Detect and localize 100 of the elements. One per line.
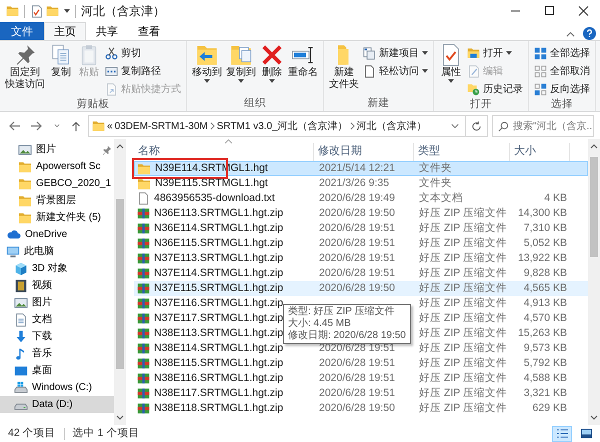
file-type: 文本文档: [418, 192, 464, 205]
ribbon-button[interactable]: 新建项目: [361, 44, 430, 62]
nav-item[interactable]: Data (D:): [0, 396, 114, 413]
nav-item[interactable]: 桌面: [0, 362, 114, 379]
collapse-chevron-icon[interactable]: [566, 30, 575, 36]
scroll-thumb[interactable]: [590, 157, 598, 257]
nav-item[interactable]: 3D 对象: [0, 260, 114, 277]
nav-item[interactable]: 视频: [0, 277, 114, 294]
breadcrumb[interactable]: SRTM1 v3.0_河北（含京津）: [216, 118, 348, 134]
caret-icon: [506, 51, 512, 55]
scroll-up-icon[interactable]: [590, 143, 598, 149]
archive-icon: [137, 342, 150, 355]
nav-item[interactable]: 音乐: [0, 345, 114, 362]
scroll-up-icon[interactable]: [116, 143, 124, 149]
scrollbar[interactable]: [588, 139, 600, 425]
file-type: 好压 ZIP 压缩文件: [418, 252, 508, 265]
ribbon-button[interactable]: 历史记录: [465, 80, 525, 98]
breadcrumb[interactable]: 河北（含京津）: [356, 118, 427, 134]
scroll-down-icon[interactable]: [590, 415, 598, 421]
scroll-thumb[interactable]: [116, 199, 124, 369]
folder-icon: [467, 47, 480, 59]
ribbon-button[interactable]: 剪切: [103, 44, 183, 62]
scroll-down-icon[interactable]: [116, 415, 124, 421]
ribbon-button[interactable]: 全部选择: [532, 44, 592, 62]
maximize-icon: [544, 6, 554, 16]
ribbon-button[interactable]: 固定到 快速访问: [3, 43, 47, 91]
archive-icon: [137, 357, 150, 370]
file-row[interactable]: N37E115.SRTMGL1.hgt.zip 2020/6/28 19:50 好压 ZIP 压缩文件 4,565 KB: [134, 281, 588, 296]
file-type: 好压 ZIP 压缩文件: [418, 282, 508, 295]
nav-item[interactable]: 图片: [0, 141, 114, 158]
breadcrumb[interactable]: 03DEM-SRTM1-30M: [114, 118, 208, 134]
search-icon: [498, 120, 509, 132]
nav-item[interactable]: GEBCO_2020_1: [0, 175, 114, 192]
file-name: N36E114.SRTMGL1.hgt.zip: [154, 222, 284, 235]
edit-icon: [467, 64, 480, 78]
file-size: 4,570 KB: [522, 312, 568, 325]
ribbon-button[interactable]: 删除: [258, 43, 286, 83]
archive-icon: [137, 207, 150, 220]
file-size: 629 KB: [532, 402, 568, 415]
refresh-icon[interactable]: [471, 120, 482, 132]
ribbon-button[interactable]: 属性: [437, 43, 465, 83]
file-size: 15,263 KB: [516, 327, 568, 340]
file-name: N38E114.SRTMGL1.hgt.zip: [154, 342, 284, 355]
file-name: N36E115.SRTMGL1.hgt.zip: [154, 237, 284, 250]
file-size: 4,913 KB: [522, 297, 568, 310]
ribbon-button[interactable]: 重命名: [286, 43, 320, 79]
modified-date: 2020/6/28 19:51: [318, 237, 396, 250]
caret-icon[interactable]: [64, 9, 70, 13]
chevron-down-icon[interactable]: [451, 123, 459, 129]
scrollbar[interactable]: [114, 139, 126, 425]
nav-item[interactable]: 文档: [0, 311, 114, 328]
ribbon-tab[interactable]: 共享: [86, 22, 128, 40]
ribbon-button[interactable]: 移动到: [190, 43, 224, 83]
file-type: 好压 ZIP 压缩文件: [418, 267, 508, 280]
nav-item[interactable]: 下载: [0, 328, 114, 345]
nav-item[interactable]: Apowersoft Sc: [0, 158, 114, 175]
nav-item[interactable]: 此电脑: [0, 243, 114, 260]
folder-pages-icon: [229, 43, 253, 67]
file-type: 好压 ZIP 压缩文件: [418, 297, 508, 310]
file-size: 5,792 KB: [522, 357, 568, 370]
archive-icon: [137, 222, 150, 235]
archive-icon: [137, 297, 150, 310]
properties-icon[interactable]: [30, 4, 43, 18]
ribbon-tab[interactable]: 查看: [128, 22, 170, 40]
archive-icon: [137, 387, 150, 400]
file-type: 好压 ZIP 压缩文件: [418, 327, 508, 340]
file-name: N37E115.SRTMGL1.hgt.zip: [154, 282, 284, 295]
ribbon-button[interactable]: 轻松访问: [361, 62, 430, 80]
nav-item[interactable]: 图片: [0, 294, 114, 311]
file-type: 好压 ZIP 压缩文件: [418, 222, 508, 235]
caret-icon: [204, 79, 210, 83]
ribbon-button[interactable]: 新建 文件夹: [327, 43, 361, 91]
address-bar[interactable]: « 03DEM-SRTM1-30M SRTM1 v3.0_河北（含京津） 河北（含京津）: [88, 115, 488, 137]
nav-item[interactable]: 新建文件夹 (5): [0, 209, 114, 226]
nav-item[interactable]: 背景图层: [0, 192, 114, 209]
file-size: 3,321 KB: [522, 387, 568, 400]
computer-icon: [6, 244, 20, 258]
modified-date: 2020/6/28 19:51: [318, 267, 396, 280]
ribbon-button[interactable]: 复制: [47, 43, 75, 79]
nav-item[interactable]: Windows (C:): [0, 379, 114, 396]
ribbon-tab[interactable]: 主页: [44, 22, 86, 40]
file-name: N39E115.SRTMGL1.hgt: [155, 177, 268, 190]
document-icon: [137, 192, 150, 205]
archive-icon: [137, 267, 150, 280]
folder-icon: [18, 160, 32, 172]
ribbon-button[interactable]: 反向选择: [532, 80, 592, 98]
nav-item[interactable]: OneDrive: [0, 226, 114, 243]
ribbon-button[interactable]: 复制路径: [103, 62, 183, 80]
ribbon-tab[interactable]: 文件: [0, 22, 44, 40]
file-type: 好压 ZIP 压缩文件: [418, 372, 508, 385]
ribbon-button[interactable]: 全部取消: [532, 62, 592, 80]
modified-date: 2020/6/28 19:51: [318, 252, 396, 265]
cloud-icon: [6, 228, 21, 242]
view-button[interactable]: [552, 426, 572, 442]
help-icon[interactable]: [583, 27, 596, 40]
ribbon-button[interactable]: 复制到: [224, 43, 258, 83]
file-name: N38E115.SRTMGL1.hgt.zip: [154, 357, 284, 370]
breadcrumb-overflow[interactable]: «: [107, 118, 113, 134]
ribbon-button[interactable]: 打开: [465, 44, 525, 62]
search-field[interactable]: 搜索"河北（含京...: [492, 115, 594, 137]
